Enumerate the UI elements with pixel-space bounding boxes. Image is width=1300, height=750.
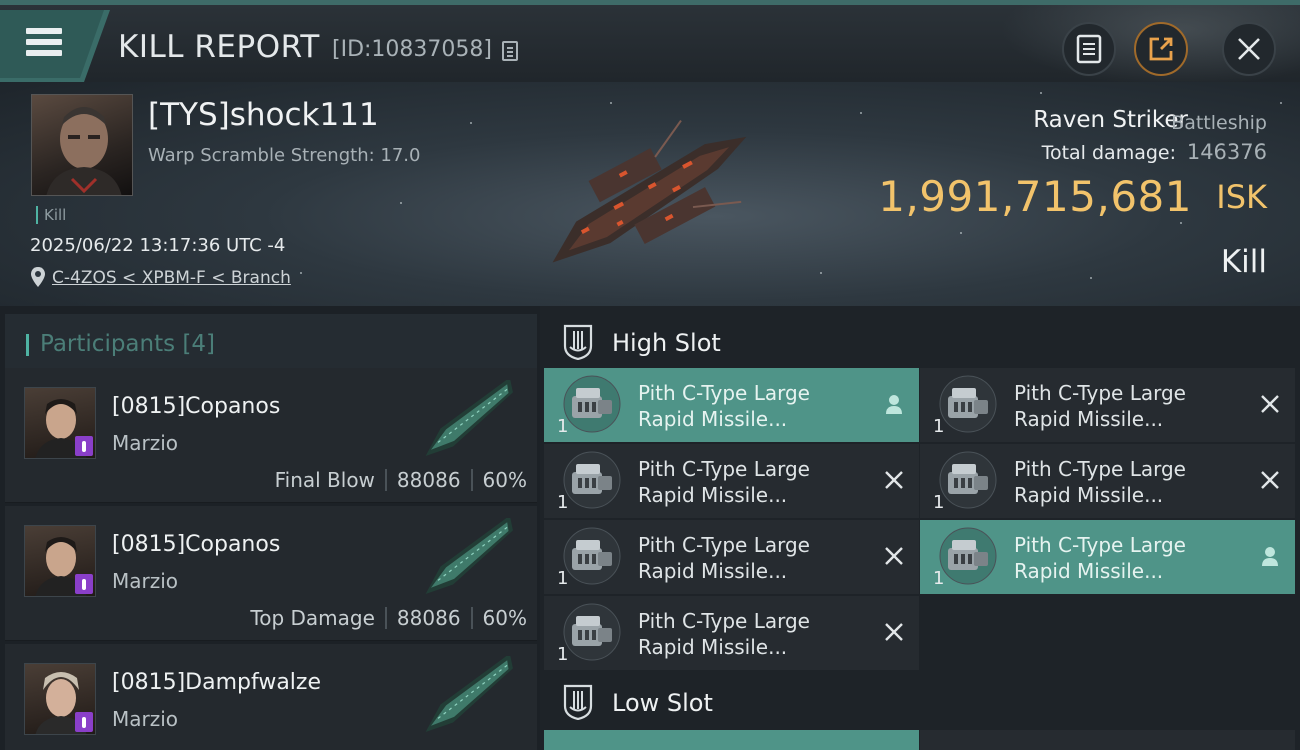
module-name: Pith C-Type Large Rapid Missile...: [1014, 533, 1186, 583]
kill-header: [TYS]shock111 Warp Scramble Strength: 17…: [0, 82, 1300, 306]
module-name: Pith C-Type Large Rapid Missile...: [638, 381, 810, 431]
victim-name[interactable]: [TYS]shock111: [148, 97, 379, 133]
kill-tag: Kill: [36, 206, 66, 224]
destroyed-x-icon: [885, 547, 903, 565]
high-slot-title: High Slot: [612, 329, 721, 357]
menu-tab[interactable]: [0, 10, 110, 82]
close-icon: [1238, 38, 1260, 60]
participants-panel: Participants [4] [0815]Copanos Marzio Fi…: [0, 306, 540, 750]
result-label: Kill: [1220, 244, 1267, 280]
participant-ship-icon: [425, 518, 513, 594]
participant-percent: 60%: [482, 606, 527, 630]
participant-name[interactable]: [0815]Dampfwalze: [112, 670, 321, 695]
module-item[interactable]: 1 Pith C-Type Large Rapid Missile...: [920, 368, 1295, 442]
close-button[interactable]: [1222, 22, 1276, 76]
ship-render: [552, 119, 747, 263]
participant-damage: 88086: [396, 606, 461, 630]
module-item[interactable]: 1 Pith C-Type Large Rapid Missile...: [544, 596, 919, 670]
participant-damage: 88086: [396, 468, 461, 492]
total-damage-value: 146376: [1186, 140, 1267, 164]
isk-unit: ISK: [1216, 178, 1267, 216]
isk-value: 1,991,715,681: [878, 172, 1192, 221]
menu-icon[interactable]: [26, 28, 62, 62]
participant-ship-icon: [425, 380, 513, 456]
destroyed-x-icon: [885, 471, 903, 489]
fitting-panel: High Slot 1 Pith C-Type Large Rapid Missil…: [540, 306, 1300, 750]
module-item[interactable]: 1 Pith C-Type Large Rapid Missile...: [544, 520, 919, 594]
ship-class: Battleship: [1171, 112, 1267, 134]
participant-card[interactable]: [0815]Copanos Marzio Final Blow 88086 60…: [5, 368, 537, 503]
participant-stats: Top Damage 88086 60%: [250, 606, 527, 630]
alliance-badge-icon: [75, 574, 93, 594]
participants-header: Participants [4]: [5, 314, 537, 372]
module-quantity: 1: [933, 568, 945, 589]
participant-name[interactable]: [0815]Copanos: [112, 532, 280, 557]
module-quantity: 1: [557, 568, 569, 589]
module-name: Pith C-Type Large Rapid Missile...: [638, 609, 810, 659]
participant-name[interactable]: [0815]Copanos: [112, 394, 280, 419]
dropped-person-icon: [1262, 547, 1278, 566]
document-icon: [1076, 34, 1102, 64]
share-icon: [1149, 37, 1173, 61]
module-name: Pith C-Type Large Rapid Missile...: [1014, 381, 1186, 431]
participant-card[interactable]: [0815]Copanos Marzio Top Damage 88086 60…: [5, 506, 537, 641]
copy-icon[interactable]: [502, 41, 518, 61]
module-item[interactable]: 1 Pith C-Type Large Rapid Missile...: [920, 444, 1295, 518]
module-quantity: 1: [933, 416, 945, 437]
participant-portrait[interactable]: [24, 387, 96, 459]
warp-scramble-strength: Warp Scramble Strength: 17.0: [148, 145, 421, 166]
participants-count: [4]: [182, 331, 216, 357]
participants-title: Participants [4]: [40, 331, 216, 357]
participant-portrait[interactable]: [24, 525, 96, 597]
destroyed-x-icon: [885, 623, 903, 641]
participant-stats: Final Blow 88086 60%: [275, 468, 527, 492]
destroyed-x-icon: [1261, 471, 1279, 489]
report-id: [ID:10837058]: [332, 37, 492, 62]
high-slot-icon: [563, 324, 593, 360]
low-slot-header: Low Slot: [540, 670, 1300, 734]
participant-corp: Marzio: [112, 431, 179, 455]
low-slot-module-partial[interactable]: [920, 730, 1295, 750]
alliance-badge-icon: [75, 712, 93, 732]
module-item[interactable]: 1 Pith C-Type Large Rapid Missile...: [544, 444, 919, 518]
participant-percent: 60%: [482, 468, 527, 492]
participant-role: Top Damage: [250, 606, 375, 630]
participant-portrait[interactable]: [24, 663, 96, 735]
module-name: Pith C-Type Large Rapid Missile...: [638, 533, 810, 583]
low-slot-title: Low Slot: [612, 689, 713, 717]
module-name: Pith C-Type Large Rapid Missile...: [638, 457, 810, 507]
location-pin-icon: [31, 267, 45, 287]
high-slot-header: High Slot: [540, 310, 1300, 374]
participant-role: Final Blow: [274, 468, 375, 492]
destroyed-x-icon: [1261, 395, 1279, 413]
participant-corp: Marzio: [112, 569, 179, 593]
report-document-button[interactable]: [1062, 22, 1116, 76]
victim-portrait[interactable]: [31, 94, 133, 196]
location-link[interactable]: C-4ZOS < XPBM-F < Branch: [52, 268, 291, 288]
participant-card[interactable]: [0815]Dampfwalze Marzio: [5, 644, 537, 750]
low-slot-module-partial[interactable]: [544, 730, 919, 750]
module-name: Pith C-Type Large Rapid Missile...: [1014, 457, 1186, 507]
top-bar: KILL REPORT [ID:10837058]: [0, 0, 1300, 87]
module-quantity: 1: [557, 644, 569, 665]
module-item[interactable]: 1 Pith C-Type Large Rapid Missile...: [920, 520, 1295, 594]
module-item[interactable]: 1 Pith C-Type Large Rapid Missile...: [544, 368, 919, 442]
accent-bar: [26, 334, 29, 356]
share-button[interactable]: [1134, 22, 1188, 76]
dropped-person-icon: [886, 395, 902, 414]
module-quantity: 1: [557, 492, 569, 513]
kill-datetime: 2025/06/22 13:17:36 UTC -4: [30, 235, 286, 256]
module-quantity: 1: [933, 492, 945, 513]
ship-name[interactable]: Raven Striker: [1033, 107, 1188, 133]
total-damage-label: Total damage:: [1041, 142, 1176, 164]
alliance-badge-icon: [75, 436, 93, 456]
module-quantity: 1: [557, 416, 569, 437]
participant-ship-icon: [425, 656, 513, 732]
page-title: KILL REPORT: [118, 29, 320, 65]
participant-corp: Marzio: [112, 707, 179, 731]
low-slot-icon: [563, 684, 593, 720]
